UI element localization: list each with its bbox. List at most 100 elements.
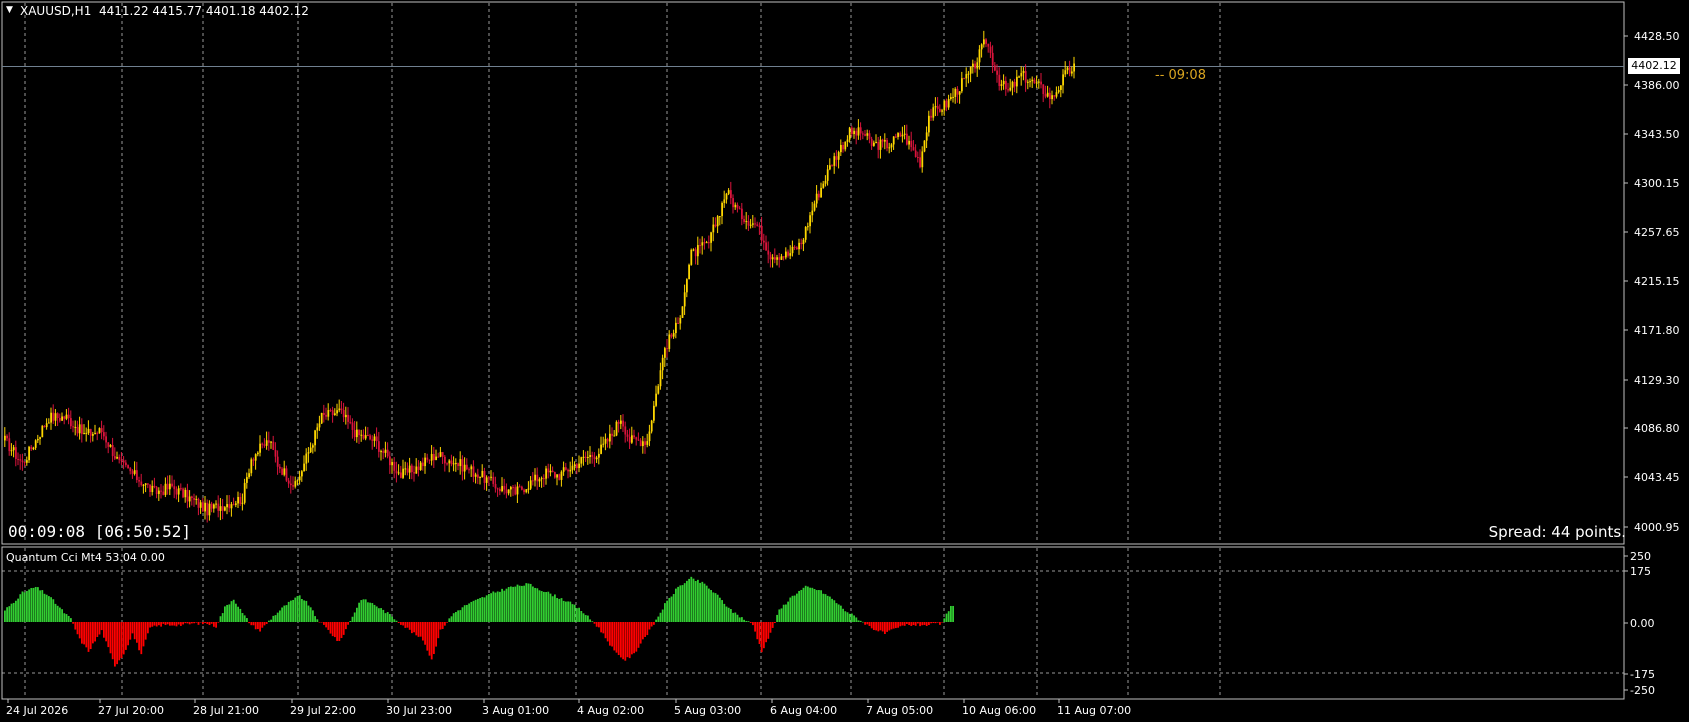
cci-bar [710,589,712,622]
cci-bar [259,622,261,632]
cci-bar [116,622,118,665]
candle-body [424,457,426,467]
cci-bar [237,606,239,622]
cci-bar [140,622,143,655]
cci-bar [888,622,891,631]
cci-bar [749,622,752,624]
cci-bar [415,622,418,636]
cci-bar [404,622,407,628]
candle-body [677,322,679,324]
cci-bar [235,603,237,622]
chart-menu-triangle-icon[interactable]: ▼ [6,5,13,15]
candle-body [100,428,103,433]
candle-body [1057,89,1060,93]
cci-bar [327,622,330,630]
cci-bar [866,622,869,625]
candle-body [523,489,525,493]
cci-bar [725,606,728,622]
candle-body [857,127,860,136]
candle-body [862,133,864,135]
cci-bar [903,622,906,626]
candle-body [142,484,145,486]
candle-body [118,456,121,460]
candle-body [488,477,490,479]
candle-body [347,414,349,422]
cci-bar [477,598,479,622]
candle-body [195,498,198,500]
cci-bar [765,622,767,643]
cci-bar [210,622,213,624]
candle-body [752,223,754,225]
cci-bar [774,622,776,624]
candle-body [147,483,149,485]
candle-body [719,216,721,218]
candle-body [457,463,459,467]
cci-bar [50,597,52,622]
vertical-grid [24,3,1221,698]
candle-body [364,435,367,439]
cci-bar [510,586,512,622]
cci-bar [835,603,838,622]
candle-body [386,449,389,457]
candle-body [714,224,717,227]
candle-body [556,474,558,478]
cci-bar [831,598,833,622]
cci-bar [910,622,913,627]
cci-bar [345,622,347,630]
candle-body [320,412,323,424]
candle-body [868,133,871,139]
candle-body [169,483,171,490]
candle-body [235,503,237,505]
cci-bar [769,622,772,633]
cci-bar [840,605,842,622]
candle-body [371,439,374,441]
cci-bar [917,622,919,624]
candle-body [85,432,88,434]
cci-bar [587,615,589,622]
cci-bar [48,596,50,622]
candle-body [554,472,556,478]
candle-body [1013,81,1016,87]
candle-body [144,483,147,485]
cci-bar [37,587,39,622]
candle-body [637,439,640,441]
candle-body [785,251,787,258]
candle-body [906,133,908,145]
candle-body [815,193,818,204]
trading-chart[interactable]: 4428.50 4386.00 4343.50 4300.15 4257.65 4215.… [0,0,1689,722]
candle-body [853,130,855,135]
candle-body [490,476,492,478]
cci-bar [254,622,257,630]
candle-body [265,440,268,446]
cci-bar [87,622,90,652]
cci-bar [215,622,217,628]
candle-body [391,462,393,466]
cci-bar [268,620,270,622]
candle-body [1055,92,1058,97]
cci-bar [303,600,305,622]
candle-body [525,489,528,493]
candle-body [428,459,431,461]
candle-body [589,455,591,457]
candle-body [76,426,79,434]
candle-body [736,204,739,209]
cci-bar [463,605,466,622]
candle-body [919,157,921,168]
candle-body [243,482,246,503]
cci-bar [686,580,688,622]
candle-body [61,416,63,421]
candle-body [503,486,506,490]
candle-body [164,483,167,495]
cci-bar [842,608,844,622]
candle-body [963,78,965,80]
candle-body [329,410,332,412]
candle-body [70,418,72,427]
candle-body [873,142,875,146]
candle-body [1068,67,1071,74]
cci-bar [503,590,506,622]
cci-bar [83,622,85,645]
candle-body [232,504,235,506]
cci-bar [481,597,484,622]
cci-bar [820,590,822,622]
price-tick-label: 4129.30 [1634,374,1680,387]
